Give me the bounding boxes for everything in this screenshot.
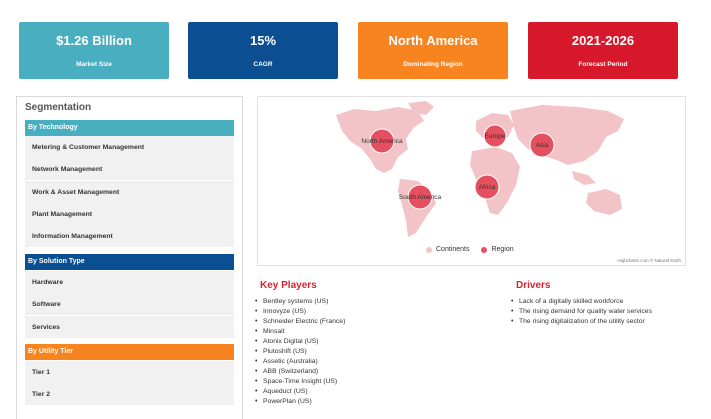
list-item: Plutoshift (US) — [255, 347, 345, 357]
stat-label: Dominating Region — [403, 61, 463, 68]
segment-item[interactable]: Services — [25, 316, 234, 338]
stat-value: $1.26 Billion — [56, 33, 132, 48]
segmentation-title: Segmentation — [25, 102, 92, 113]
map-legend: Continents Region — [426, 246, 526, 253]
continent-australia — [586, 189, 622, 215]
stat-card-dominating-region: North America Dominating Region — [358, 22, 508, 79]
list-item: ABB (Switzerland) — [255, 367, 345, 377]
map-credit[interactable]: Highcharts.com © Natural Earth — [617, 258, 681, 263]
stat-label: Market Size — [76, 61, 112, 68]
legend-item-region[interactable]: Region — [481, 246, 514, 253]
segment-item[interactable]: Network Management — [25, 158, 234, 180]
list-item: Lack of a digitally skilled workforce — [511, 297, 652, 307]
list-item: Minsait — [255, 327, 345, 337]
stat-value: North America — [388, 33, 478, 48]
list-item: Schneider Electric (France) — [255, 317, 345, 327]
segment-header-solution-type[interactable]: By Solution Type — [25, 254, 234, 270]
segment-header-technology[interactable]: By Technology — [25, 120, 234, 136]
legend-label: Region — [491, 246, 514, 253]
list-item: Bentley systems (US) — [255, 297, 345, 307]
segment-item[interactable]: Metering & Customer Management — [25, 136, 234, 158]
list-item: The rising demand for quality water serv… — [511, 307, 652, 317]
stat-value: 2021-2026 — [571, 33, 635, 48]
segment-item[interactable]: Plant Management — [25, 203, 234, 225]
segment-item[interactable]: Hardware — [25, 271, 234, 293]
segment-header-utility-tier[interactable]: By Utility Tier — [25, 344, 234, 360]
stat-card-cagr: 15% CAGR — [188, 22, 338, 79]
stat-card-forecast-period: 2021-2026 Forecast Period — [528, 22, 678, 79]
list-item: Space-Time Insight (US) — [255, 377, 345, 387]
stat-label: Forecast Period — [578, 61, 628, 68]
legend-dot-region — [481, 246, 488, 253]
key-players-list: Bentley systems (US) Innovyze (US) Schne… — [255, 297, 345, 407]
region-label-north-america: North America — [361, 138, 403, 145]
region-label-europe: Europe — [485, 133, 506, 140]
list-item: Innovyze (US) — [255, 307, 345, 317]
list-item: Atonix Digital (US) — [255, 337, 345, 347]
segment-item[interactable]: Tier 2 — [25, 383, 234, 405]
world-map-panel: North America Europe Asia Africa South A… — [257, 96, 686, 266]
list-item: The rising digitalization of the utility… — [511, 317, 652, 327]
drivers-list: Lack of a digitally skilled workforce Th… — [511, 297, 652, 327]
list-item: Aqueduct (US) — [255, 387, 345, 397]
legend-dot-continents — [426, 246, 432, 253]
stat-value: 15% — [249, 33, 277, 48]
legend-item-continents[interactable]: Continents — [426, 246, 469, 253]
continent-southeast-asia — [572, 171, 596, 185]
key-players-title: Key Players — [260, 280, 317, 291]
drivers-title: Drivers — [516, 280, 551, 291]
stat-label: CAGR — [253, 61, 273, 68]
stat-card-market-size: $1.26 Billion Market Size — [19, 22, 169, 79]
segmentation-panel: Segmentation By Technology Metering & Cu… — [16, 96, 243, 419]
region-label-africa: Africa — [479, 184, 496, 191]
continent-asia — [510, 105, 624, 165]
region-label-asia: Asia — [536, 142, 549, 149]
segment-item[interactable]: Information Management — [25, 225, 234, 247]
list-item: Assetic (Australia) — [255, 357, 345, 367]
list-item: PowerPlan (US) — [255, 397, 345, 407]
world-map[interactable]: North America Europe Asia Africa South A… — [258, 97, 687, 242]
region-label-south-america: South America — [399, 194, 442, 201]
segment-item[interactable]: Work & Asset Management — [25, 181, 234, 203]
continents — [336, 101, 624, 237]
legend-label: Continents — [436, 246, 470, 253]
segment-item[interactable]: Software — [25, 293, 234, 315]
segment-item[interactable]: Tier 1 — [25, 361, 234, 383]
